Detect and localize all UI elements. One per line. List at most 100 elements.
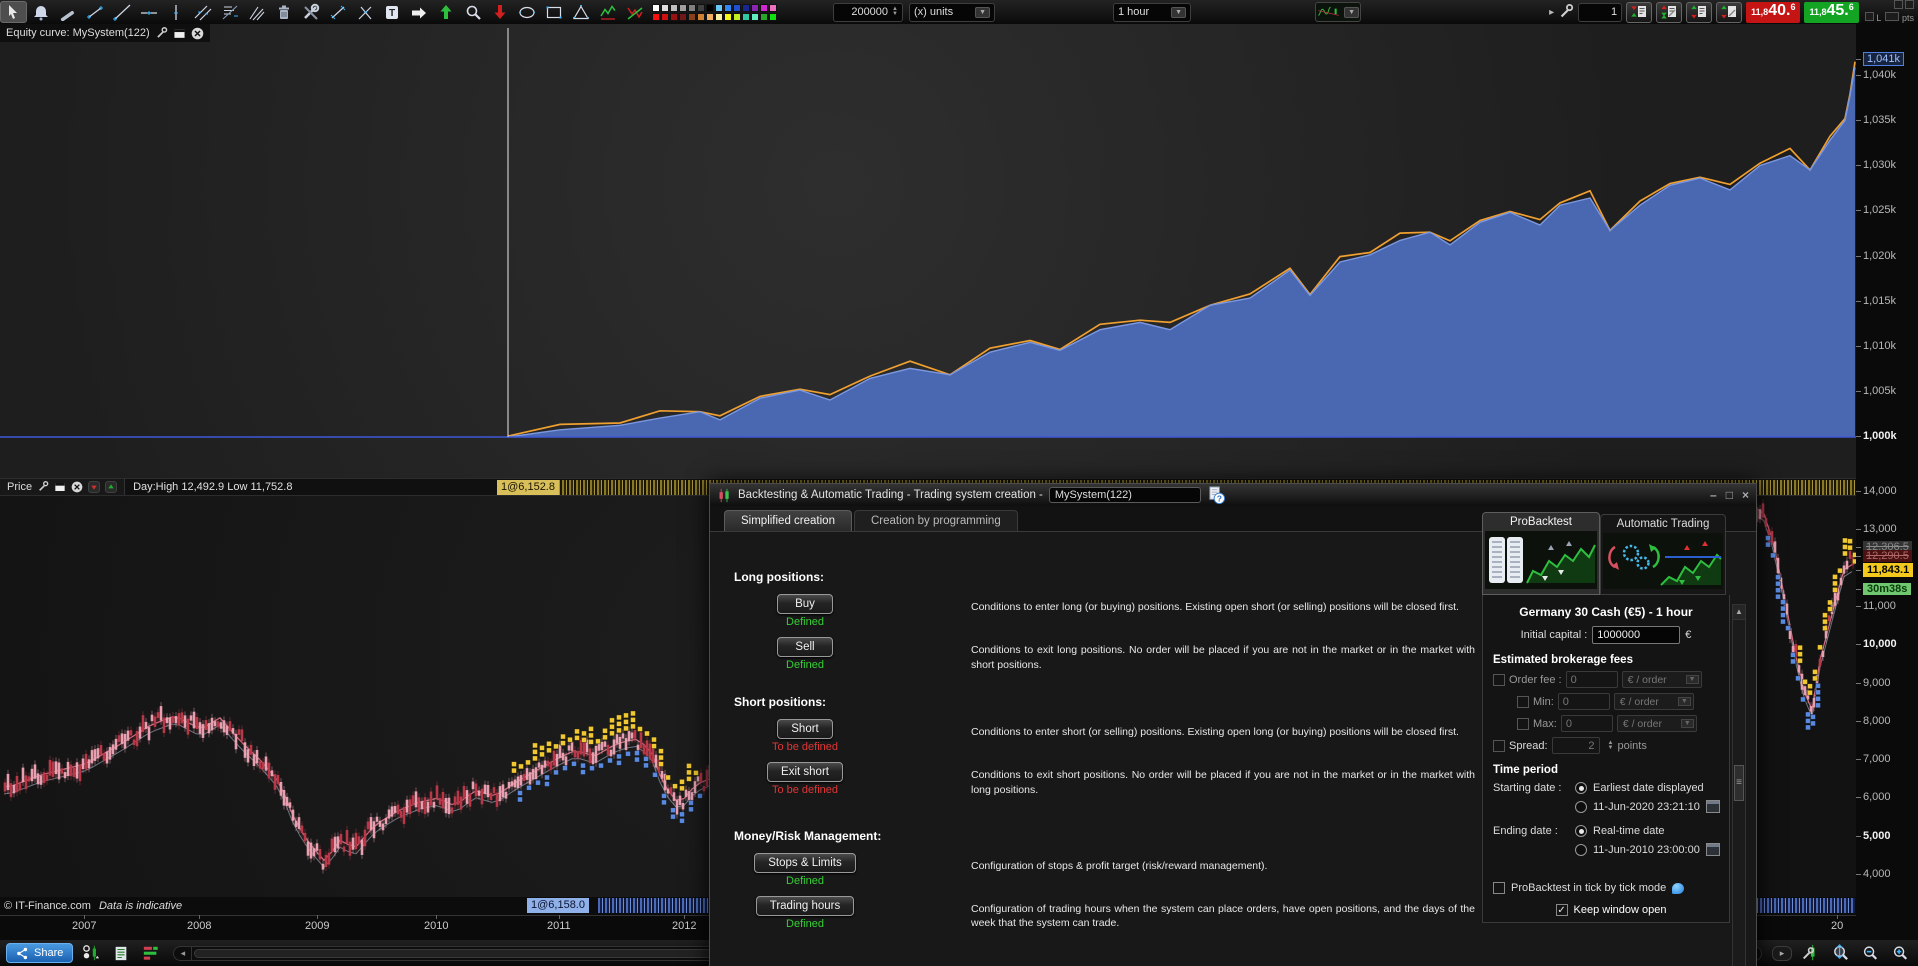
- fee-input[interactable]: [1565, 671, 1618, 688]
- sell-stop-order-button[interactable]: [1686, 1, 1713, 23]
- rectangle-icon[interactable]: [540, 1, 567, 23]
- help-icon[interactable]: ?: [1207, 485, 1226, 505]
- color-swatch[interactable]: [670, 3, 678, 12]
- fibonacci-retracements-icon[interactable]: [216, 1, 243, 23]
- horizontal-line-icon[interactable]: [135, 1, 162, 23]
- color-swatch[interactable]: [697, 3, 705, 12]
- order-quantity-input[interactable]: 1: [1578, 2, 1623, 22]
- units-select[interactable]: (x) units ▼: [909, 2, 995, 22]
- color-swatch[interactable]: [706, 12, 714, 21]
- spread-input[interactable]: [1551, 737, 1600, 754]
- system-name-input[interactable]: [1048, 487, 1201, 503]
- color-swatch[interactable]: [769, 3, 777, 12]
- bell-icon[interactable]: [27, 1, 54, 23]
- color-swatch[interactable]: [661, 3, 669, 12]
- vertical-line-icon[interactable]: [162, 1, 189, 23]
- chart-type-button[interactable]: ▼: [1315, 2, 1361, 22]
- earliest-date-radio[interactable]: [1575, 782, 1587, 794]
- instrument-info-icon[interactable]: [79, 943, 103, 963]
- panel-scrollbar-thumb[interactable]: ≡: [1734, 765, 1744, 801]
- keep-window-open-checkbox[interactable]: ✓: [1555, 904, 1568, 916]
- zigzag-bullish-icon[interactable]: [594, 1, 621, 23]
- zoom-icon[interactable]: [459, 1, 486, 23]
- color-swatch[interactable]: [733, 12, 741, 21]
- buy-limit-order-button[interactable]: [1656, 1, 1683, 23]
- color-swatch[interactable]: [688, 12, 696, 21]
- sell-arrow-icon[interactable]: [88, 481, 100, 493]
- scroll-up-button[interactable]: ▲: [1733, 605, 1745, 620]
- color-swatch[interactable]: [769, 12, 777, 21]
- color-swatch[interactable]: [751, 3, 759, 12]
- fee-input[interactable]: [1557, 693, 1610, 710]
- color-swatch[interactable]: [688, 3, 696, 12]
- quantity-spin-arrows[interactable]: ▲ ▼: [892, 6, 898, 17]
- order-book-icon[interactable]: [139, 943, 163, 963]
- color-swatch[interactable]: [724, 12, 732, 21]
- custom-start-date-radio[interactable]: [1575, 800, 1587, 813]
- short-button[interactable]: Short: [777, 719, 833, 740]
- custom-end-date-radio[interactable]: [1575, 843, 1587, 856]
- color-swatch[interactable]: [661, 12, 669, 21]
- scroll-right-button[interactable]: ▸: [1772, 945, 1792, 961]
- arrow-segment-icon[interactable]: [324, 1, 351, 23]
- buy-stop-order-button[interactable]: [1626, 1, 1653, 23]
- spread-checkbox[interactable]: [1493, 739, 1505, 752]
- trading-hours-button[interactable]: Trading hours: [755, 895, 855, 916]
- color-swatch[interactable]: [679, 12, 687, 21]
- buy-price-button[interactable]: 11,8 45. 6: [1804, 1, 1859, 23]
- mini-buttons[interactable]: [1892, 0, 1914, 12]
- window-icon[interactable]: [173, 27, 186, 40]
- fee-input[interactable]: [1560, 715, 1613, 732]
- color-swatch[interactable]: [751, 12, 759, 21]
- settings-wrench-icon[interactable]: [37, 481, 49, 493]
- chart-settings-icon[interactable]: [1798, 943, 1822, 963]
- color-swatch[interactable]: [742, 12, 750, 21]
- ray-icon[interactable]: [108, 1, 135, 23]
- triangle-icon[interactable]: [567, 1, 594, 23]
- share-button[interactable]: Share: [6, 943, 74, 963]
- tick-mode-checkbox[interactable]: [1493, 882, 1505, 894]
- segment-icon[interactable]: [81, 1, 108, 23]
- expand-right-icon[interactable]: ▸: [1549, 7, 1554, 18]
- buy-button[interactable]: Buy: [777, 594, 833, 614]
- pitchfork-icon[interactable]: [243, 1, 270, 23]
- notes-icon[interactable]: [109, 943, 133, 963]
- calendar-icon[interactable]: [1705, 800, 1720, 813]
- color-swatch[interactable]: [652, 12, 660, 21]
- quantity-stepper[interactable]: 200000 ▲ ▼: [833, 2, 903, 22]
- calendar-icon[interactable]: [1705, 843, 1720, 856]
- zoom-out-icon[interactable]: [1858, 943, 1882, 963]
- cursor-icon[interactable]: [0, 1, 27, 23]
- drawing-tools-icon[interactable]: [297, 1, 324, 23]
- text-icon[interactable]: T: [378, 1, 405, 23]
- dialog-titlebar[interactable]: Backtesting & Automatic Trading - Tradin…: [710, 484, 1756, 506]
- realtime-date-radio[interactable]: [1575, 825, 1587, 837]
- parallel-lines-icon[interactable]: [189, 1, 216, 23]
- color-swatch[interactable]: [715, 3, 723, 12]
- initial-capital-input[interactable]: [1592, 626, 1681, 644]
- fee-unit-select[interactable]: € / order ▼: [1616, 715, 1697, 732]
- color-swatch[interactable]: [760, 3, 768, 12]
- panel-scrollbar[interactable]: ▲ ≡: [1732, 604, 1746, 966]
- order-settings-wrench-icon[interactable]: [1558, 4, 1574, 20]
- stops-limits-button[interactable]: Stops & Limits: [754, 852, 856, 873]
- zoom-in-icon[interactable]: [1888, 943, 1912, 963]
- fee-unit-select[interactable]: € / order ▼: [1621, 671, 1702, 688]
- lot-value-box[interactable]: [1885, 12, 1900, 21]
- fee-unit-select[interactable]: € / order ▼: [1613, 693, 1694, 710]
- dialog-tab-creation-by-programming[interactable]: Creation by programming: [853, 510, 1018, 531]
- sell-button[interactable]: Sell: [777, 637, 833, 657]
- color-swatch[interactable]: [679, 3, 687, 12]
- color-swatch[interactable]: [724, 3, 732, 12]
- lot-checkbox[interactable]: [1864, 12, 1874, 21]
- eraser-icon[interactable]: [270, 1, 297, 23]
- fee-checkbox[interactable]: [1493, 673, 1505, 686]
- sell-limit-order-button[interactable]: [1716, 1, 1743, 23]
- arrow-up-icon[interactable]: [432, 1, 459, 23]
- color-swatch[interactable]: [715, 12, 723, 21]
- close-icon[interactable]: [191, 27, 204, 40]
- dialog-tab-simplified-creation[interactable]: Simplified creation: [724, 510, 852, 531]
- settings-wrench-icon[interactable]: [155, 26, 168, 40]
- zoom-fit-icon[interactable]: [1828, 943, 1852, 963]
- arrow-down-icon[interactable]: [486, 1, 513, 23]
